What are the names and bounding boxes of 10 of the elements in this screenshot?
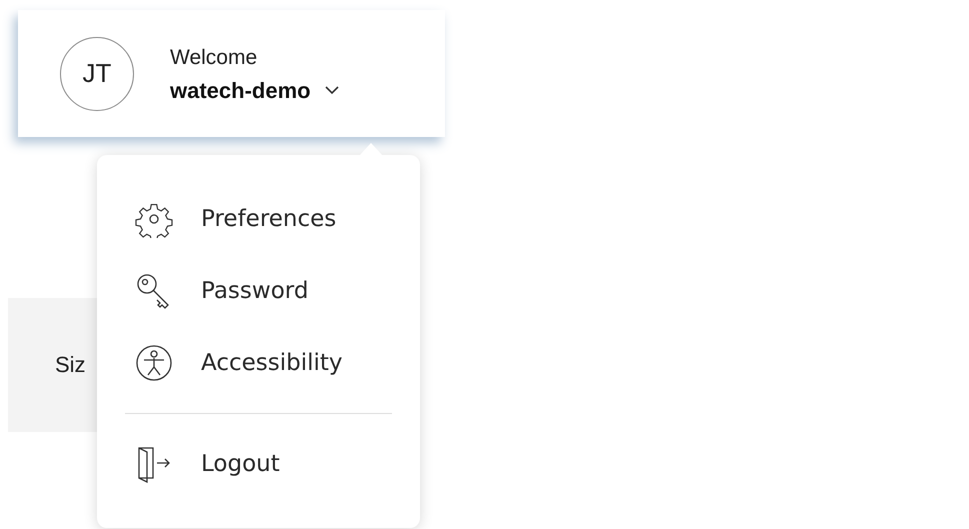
welcome-text: Welcome: [170, 46, 258, 70]
accessibility-icon: [135, 344, 173, 382]
avatar-initials: JT: [60, 36, 134, 110]
menu-item[interactable]: Preferences: [125, 183, 392, 255]
user-menu-button[interactable]: watech-demo: [170, 78, 339, 104]
menu-item[interactable]: Accessibility: [125, 327, 392, 399]
panel-label: Siz: [55, 352, 86, 378]
menu-item[interactable]: Password: [125, 255, 392, 327]
menu-item[interactable]: Logout: [125, 428, 392, 500]
chevron-down-icon: [324, 86, 339, 95]
